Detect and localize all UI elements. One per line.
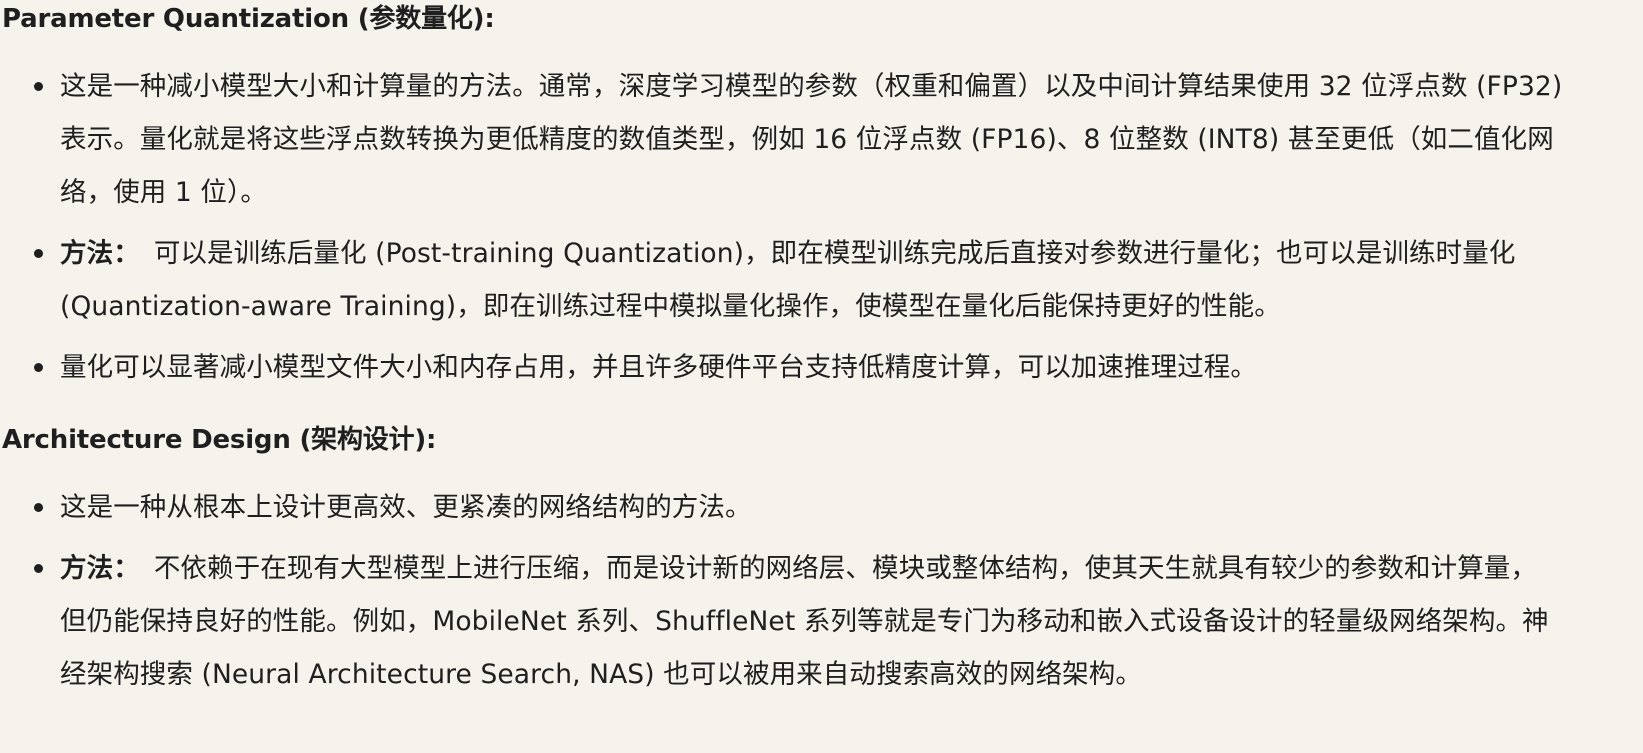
bullet-list-architecture-design: 这是一种从根本上设计更高效、更紧凑的网络结构的方法。 方法： 不依赖于在现有大型模… bbox=[2, 481, 1643, 701]
list-item: 量化可以显著减小模型文件大小和内存占用，并且许多硬件平台支持低精度计算，可以加速… bbox=[34, 341, 1643, 394]
list-item: 这是一种从根本上设计更高效、更紧凑的网络结构的方法。 bbox=[34, 481, 1643, 534]
section-heading-parameter-quantization: Parameter Quantization (参数量化): bbox=[2, 4, 495, 34]
list-item: 这是一种减小模型大小和计算量的方法。通常，深度学习模型的参数（权重和偏置）以及中… bbox=[34, 60, 1643, 219]
list-item-text: 可以是训练后量化 (Post-training Quantization)，即在… bbox=[60, 238, 1516, 322]
list-item-text: 量化可以显著减小模型文件大小和内存占用，并且许多硬件平台支持低精度计算，可以加速… bbox=[60, 352, 1257, 383]
bullet-dot-icon bbox=[34, 564, 43, 573]
list-item: 方法： 不依赖于在现有大型模型上进行压缩，而是设计新的网络层、模块或整体结构，使其… bbox=[34, 542, 1643, 701]
list-item-text: 不依赖于在现有大型模型上进行压缩，而是设计新的网络层、模块或整体结构，使其天生就… bbox=[60, 553, 1549, 690]
bullet-dot-icon bbox=[34, 82, 43, 91]
bullet-dot-icon bbox=[34, 249, 43, 258]
list-item: 方法： 可以是训练后量化 (Post-training Quantization)… bbox=[34, 227, 1643, 333]
section-heading-architecture-design: Architecture Design (架构设计): bbox=[2, 425, 437, 455]
list-item-label: 方法： bbox=[60, 238, 140, 269]
list-item-text: 这是一种减小模型大小和计算量的方法。通常，深度学习模型的参数（权重和偏置）以及中… bbox=[60, 71, 1563, 208]
list-item-text: 这是一种从根本上设计更高效、更紧凑的网络结构的方法。 bbox=[60, 492, 752, 523]
document: Parameter Quantization (参数量化): 这是一种减小模型大… bbox=[0, 0, 1643, 753]
list-item-label: 方法： bbox=[60, 553, 140, 584]
bullet-dot-icon bbox=[34, 503, 43, 512]
bullet-dot-icon bbox=[34, 363, 43, 372]
bullet-list-parameter-quantization: 这是一种减小模型大小和计算量的方法。通常，深度学习模型的参数（权重和偏置）以及中… bbox=[2, 60, 1643, 394]
